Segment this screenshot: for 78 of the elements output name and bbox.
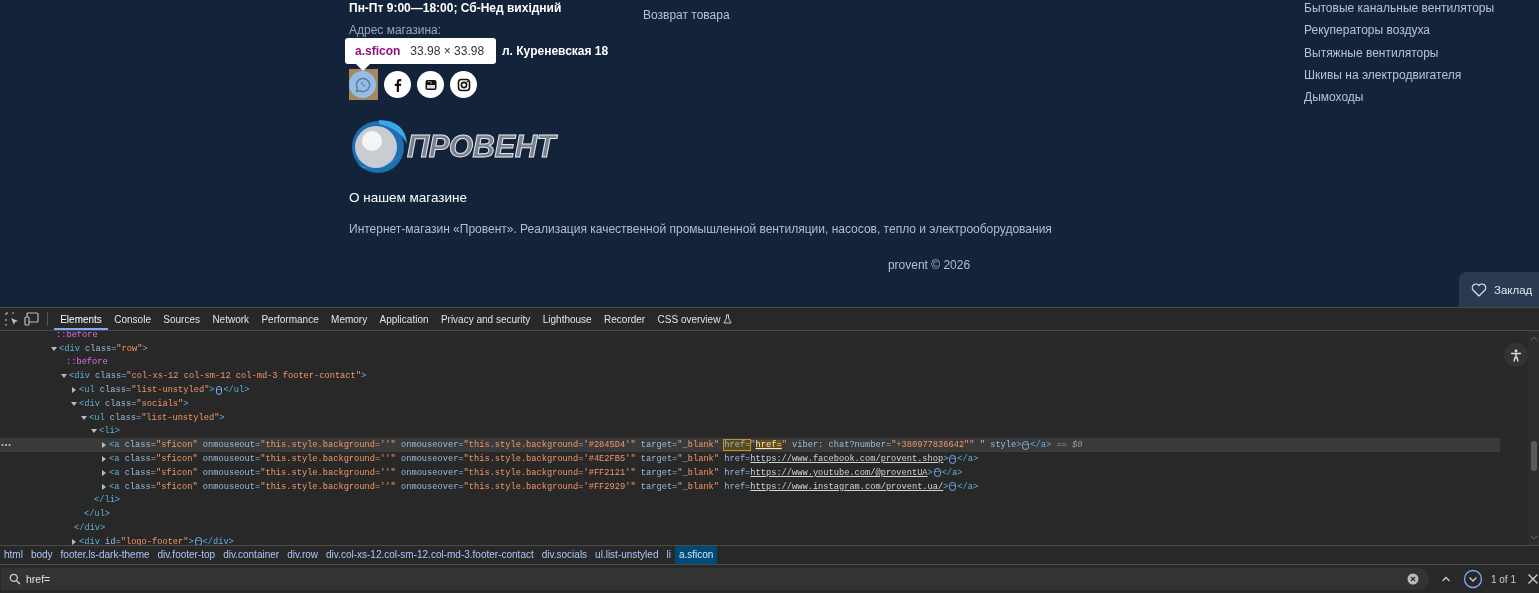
breadcrumb-item[interactable]: div.container <box>219 546 284 564</box>
dom-node-line[interactable]: <ul class="list-unstyled"> ⋯ </ul> <box>0 383 1500 397</box>
more-icon[interactable] <box>1 443 11 448</box>
tooltip-selector: a.sficon <box>355 44 401 58</box>
panel-tab[interactable]: Elements <box>54 308 109 330</box>
scroll-down-icon[interactable] <box>1529 535 1538 541</box>
dom-node-line[interactable]: <a class="sficon" onmouseout="this.style.background=''" onmouseover="this.style.background='#4E2FB5'" target="_blank" href=https://www.facebook.com/provent.shop> ⋯ </a> <box>0 452 1500 466</box>
breadcrumb-item[interactable]: div.col-xs-12.col-sm-12.col-md-3.footer-contact <box>322 546 538 564</box>
about-heading: О нашем магазине <box>349 190 469 205</box>
panel-tab[interactable]: Lighthouse <box>536 308 598 330</box>
breadcrumb-item[interactable]: html <box>0 546 27 564</box>
footer-link[interactable]: Дымоходы <box>1304 86 1509 109</box>
youtube-icon <box>423 77 438 92</box>
address-text: л. Куреневская 18 <box>502 43 610 59</box>
match-count: 1 of 1 <box>1490 573 1516 585</box>
footer-link[interactable]: Шкивы на электродвигателя <box>1304 63 1509 87</box>
inspect-icon[interactable] <box>5 312 19 326</box>
dom-node-line[interactable]: ::before <box>0 331 1500 342</box>
youtube-button[interactable] <box>417 71 444 98</box>
accessibility-icon <box>1510 348 1522 362</box>
panel-tab[interactable]: Console <box>108 308 158 330</box>
panel-tab[interactable]: Sources <box>157 308 207 330</box>
facebook-button[interactable] <box>384 71 411 98</box>
about-paragraph: Интернет-магазин «Провент». Реализация качественной промышленной вентиляции, насосов, тепло и электрооборудования <box>349 222 1053 236</box>
dom-node-line[interactable]: </div> <box>0 521 1500 535</box>
close-icon[interactable] <box>1527 573 1539 585</box>
dom-node-line[interactable]: <div id="logo-footer"> ⋯ </div> <box>0 534 1500 545</box>
heart-icon <box>1471 283 1487 297</box>
copyright-text: provent © 2026 <box>886 258 972 272</box>
dom-node-line[interactable]: </li> <box>0 493 1500 508</box>
tooltip-size: 33.98 × 33.98 <box>410 44 485 58</box>
dom-node-line[interactable]: <div class="row"> <box>0 341 1500 356</box>
footer-link[interactable]: Вытяжные вентиляторы <box>1304 41 1509 64</box>
dom-node-line[interactable]: <li> <box>0 424 1500 439</box>
breadcrumb-item[interactable]: ul.list-unstyled <box>591 546 663 564</box>
flask-icon <box>723 314 733 324</box>
bookmark-button[interactable]: Заклад <box>1459 272 1539 307</box>
breadcrumb-item[interactable]: div.socials <box>537 546 592 564</box>
search-icon <box>9 573 21 585</box>
panel-tab[interactable]: Application <box>373 308 435 330</box>
dom-node-line[interactable]: <ul class="list-unstyled"> <box>0 410 1500 425</box>
whatsapp-icon <box>354 76 371 93</box>
instagram-icon <box>456 77 471 92</box>
panel-tab[interactable]: Memory <box>324 308 374 330</box>
opening-hours: Пн-Пт 9:00—18:00; Сб-Нед вихідний <box>349 0 563 16</box>
breadcrumb-item[interactable]: body <box>26 546 57 564</box>
breadcrumb-item[interactable]: footer.ls-dark-theme <box>56 546 154 564</box>
tree-toggle-icon[interactable] <box>70 537 78 545</box>
dom-node-line[interactable]: </ul> <box>0 507 1500 522</box>
footer-link[interactable]: Бытовые канальные вентиляторы <box>1304 0 1509 20</box>
scroll-up-icon[interactable] <box>1529 335 1538 341</box>
footer-link[interactable]: Рекуператоры воздуха <box>1304 19 1509 42</box>
dom-node-line[interactable]: <div class="col-xs-12 col-sm-12 col-md-3 footer-contact"> <box>0 369 1500 384</box>
dom-node-line[interactable]: ::before <box>0 355 1500 370</box>
scrollbar-thumb[interactable] <box>1530 441 1537 471</box>
accessibility-button[interactable] <box>1504 343 1528 367</box>
footer-link[interactable]: Возврат товара <box>643 8 730 22</box>
panel-tab[interactable]: Recorder <box>597 308 652 330</box>
tree-toggle-icon[interactable] <box>50 344 58 353</box>
device-toolbar-icon[interactable] <box>24 312 40 326</box>
breadcrumb-item[interactable]: li <box>662 546 675 564</box>
instagram-button[interactable] <box>450 71 477 98</box>
search-box[interactable]: href= <box>1 568 1429 590</box>
next-match-icon[interactable] <box>1463 569 1483 589</box>
panel-tab[interactable]: Privacy and security <box>434 308 537 330</box>
breadcrumb-item[interactable]: a.sficon <box>674 546 718 564</box>
scrollbar-track[interactable] <box>1528 331 1539 545</box>
panel-tab[interactable]: Network <box>206 308 256 330</box>
dom-node-line[interactable]: <div class="socials"> <box>0 397 1500 411</box>
address-label: Адрес магазина: <box>349 22 443 38</box>
dom-node-line[interactable]: <a class="sficon" onmouseout="this.style.background=''" onmouseover="this.style.background='#FF2121'" target="_blank" href=https://www.youtube.com/@proventUA> ⋯ </a> <box>0 465 1500 480</box>
panel-tab[interactable]: Performance <box>255 308 325 330</box>
breadcrumb-item[interactable]: div.footer-top <box>153 546 220 564</box>
breadcrumb-item[interactable]: div.row <box>283 546 323 564</box>
clear-icon[interactable] <box>1407 573 1419 585</box>
panel-tab[interactable]: CSS overview <box>651 308 739 330</box>
dom-node-line[interactable]: <a class="sficon" onmouseout="this.style.background=''" onmouseover="this.style.background='#FF2929'" target="_blank" href=https://www.instagram.com/provent.ua/> ⋯ </a> <box>0 479 1500 494</box>
search-field[interactable]: href= <box>26 573 1402 585</box>
